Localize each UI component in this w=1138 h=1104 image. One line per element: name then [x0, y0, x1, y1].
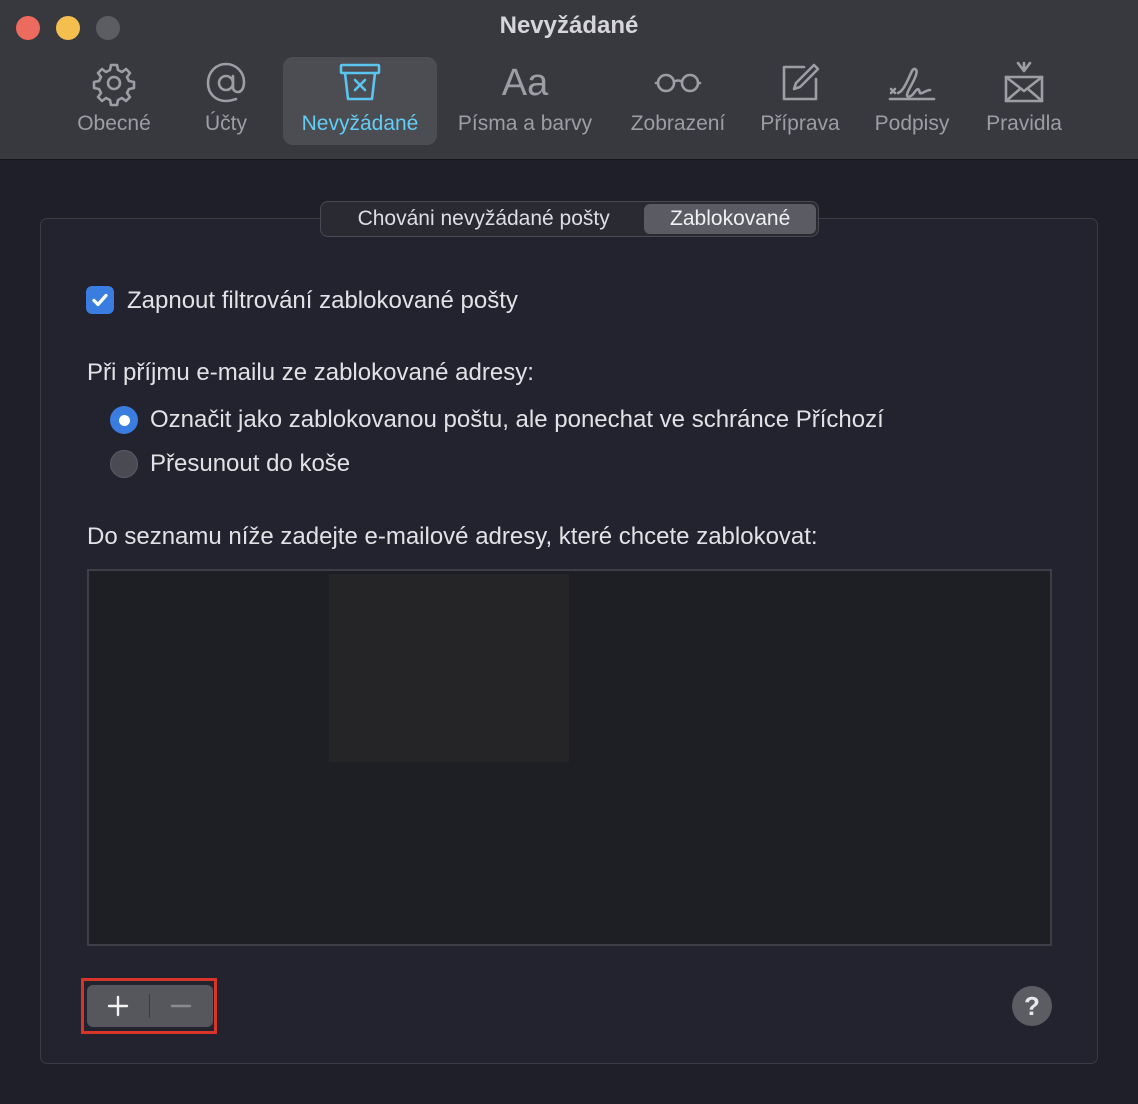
- tab-bar: Chováni nevyžádané pošty Zablokované: [320, 201, 819, 237]
- radio-mark-as-blocked-label[interactable]: Označit jako zablokovanou poštu, ale pon…: [150, 406, 884, 434]
- enable-blocked-filter-checkbox[interactable]: [86, 286, 114, 314]
- checkmark-icon: [92, 293, 108, 307]
- radio-mark-as-blocked[interactable]: [110, 406, 138, 434]
- toolbar-item-label: Účty: [205, 112, 247, 135]
- toolbar-item-junk[interactable]: Nevyžádané: [283, 57, 437, 145]
- help-button[interactable]: ?: [1012, 986, 1052, 1026]
- toolbar-item-label: Podpisy: [874, 112, 950, 135]
- toolbar-item-composing[interactable]: Příprava: [750, 57, 850, 145]
- compose-icon: [774, 57, 826, 109]
- minus-icon: [170, 1004, 192, 1008]
- radio-move-to-trash[interactable]: [110, 450, 138, 478]
- rules-envelope-icon: [998, 57, 1050, 109]
- toolbar-item-label: Zobrazení: [630, 112, 726, 135]
- add-address-button[interactable]: [87, 985, 149, 1027]
- toolbar-item-accounts[interactable]: Účty: [186, 57, 266, 145]
- gear-icon: [88, 57, 140, 109]
- add-remove-control: [87, 985, 213, 1027]
- toolbar-item-rules[interactable]: Pravidla: [976, 57, 1072, 145]
- glasses-icon: [652, 57, 704, 109]
- on-receive-label: Při příjmu e-mailu ze zablokované adresy…: [87, 359, 534, 386]
- toolbar-item-label: Obecné: [77, 112, 151, 135]
- mail-preferences-window: Nevyžádané Obecné Účty Nevyžádané Aa Pís…: [0, 0, 1138, 1104]
- toolbar-item-label: Příprava: [760, 112, 840, 135]
- at-sign-icon: [200, 57, 252, 109]
- toolbar-item-signatures[interactable]: Podpisy: [864, 57, 960, 145]
- list-placeholder-block: [329, 574, 569, 762]
- junk-bin-icon: [334, 57, 386, 109]
- enable-blocked-filter-label[interactable]: Zapnout filtrování zablokované pošty: [127, 287, 518, 315]
- toolbar-item-label: Písma a barvy: [457, 112, 593, 135]
- signature-icon: [886, 57, 938, 109]
- titlebar: Nevyžádané Obecné Účty Nevyžádané Aa Pís…: [0, 0, 1138, 160]
- radio-move-to-trash-label[interactable]: Přesunout do koše: [150, 450, 350, 478]
- remove-address-button[interactable]: [150, 985, 212, 1027]
- blocked-addresses-list[interactable]: [87, 569, 1052, 946]
- toolbar-item-fonts-colors[interactable]: Aa Písma a barvy: [446, 57, 604, 145]
- blocked-list-label: Do seznamu níže zadejte e-mailové adresy…: [87, 523, 818, 550]
- toolbar-item-general[interactable]: Obecné: [64, 57, 164, 145]
- tab-junk-behavior[interactable]: Chováni nevyžádané pošty: [323, 204, 644, 234]
- toolbar-item-label: Nevyžádané: [301, 112, 419, 135]
- font-aa-icon: Aa: [501, 62, 549, 104]
- plus-icon: [107, 995, 129, 1017]
- window-title: Nevyžádané: [499, 12, 639, 39]
- toolbar-item-viewing[interactable]: Zobrazení: [620, 57, 736, 145]
- tab-blocked[interactable]: Zablokované: [644, 204, 816, 234]
- toolbar-item-label: Pravidla: [986, 112, 1062, 135]
